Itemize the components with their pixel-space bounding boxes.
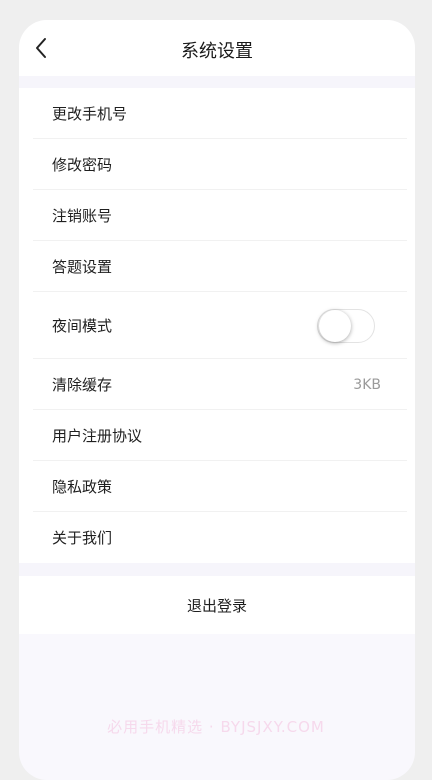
- settings-list: 更改手机号 修改密码 注销账号 答题设置 夜间模式 清除缓存 3KB 用户注册协…: [19, 88, 415, 563]
- settings-item-clear-cache[interactable]: 清除缓存 3KB: [19, 359, 415, 410]
- settings-item-label: 清除缓存: [52, 376, 113, 394]
- settings-item-user-agreement[interactable]: 用户注册协议: [19, 410, 415, 461]
- cache-size-value: 3KB: [353, 376, 381, 393]
- settings-item-night-mode: 夜间模式: [19, 292, 415, 359]
- logout-button[interactable]: 退出登录: [19, 576, 415, 634]
- divider-band: [19, 563, 415, 576]
- logout-label: 退出登录: [186, 596, 247, 615]
- settings-item-label: 更改手机号: [52, 105, 128, 123]
- night-mode-toggle[interactable]: [317, 309, 375, 343]
- header: 系统设置: [19, 20, 415, 76]
- settings-item-quiz-settings[interactable]: 答题设置: [19, 241, 415, 292]
- settings-item-label: 修改密码: [52, 156, 113, 174]
- settings-item-label: 用户注册协议: [52, 427, 143, 445]
- page-title: 系统设置: [181, 41, 253, 62]
- settings-item-label: 注销账号: [52, 207, 113, 225]
- settings-item-change-phone[interactable]: 更改手机号: [19, 88, 415, 139]
- settings-item-change-password[interactable]: 修改密码: [19, 139, 415, 190]
- settings-item-privacy-policy[interactable]: 隐私政策: [19, 461, 415, 512]
- watermark: 必用手机精选 · BYJSJXY.COM: [107, 718, 325, 736]
- settings-item-about-us[interactable]: 关于我们: [19, 512, 415, 563]
- toggle-knob: [319, 310, 351, 342]
- settings-item-label: 夜间模式: [52, 317, 113, 335]
- settings-item-delete-account[interactable]: 注销账号: [19, 190, 415, 241]
- app-screen: 系统设置 更改手机号 修改密码 注销账号 答题设置 夜间模式 清除缓存 3KB …: [19, 20, 415, 780]
- settings-item-label: 关于我们: [52, 529, 113, 547]
- settings-item-label: 答题设置: [52, 258, 113, 276]
- settings-item-label: 隐私政策: [52, 478, 113, 496]
